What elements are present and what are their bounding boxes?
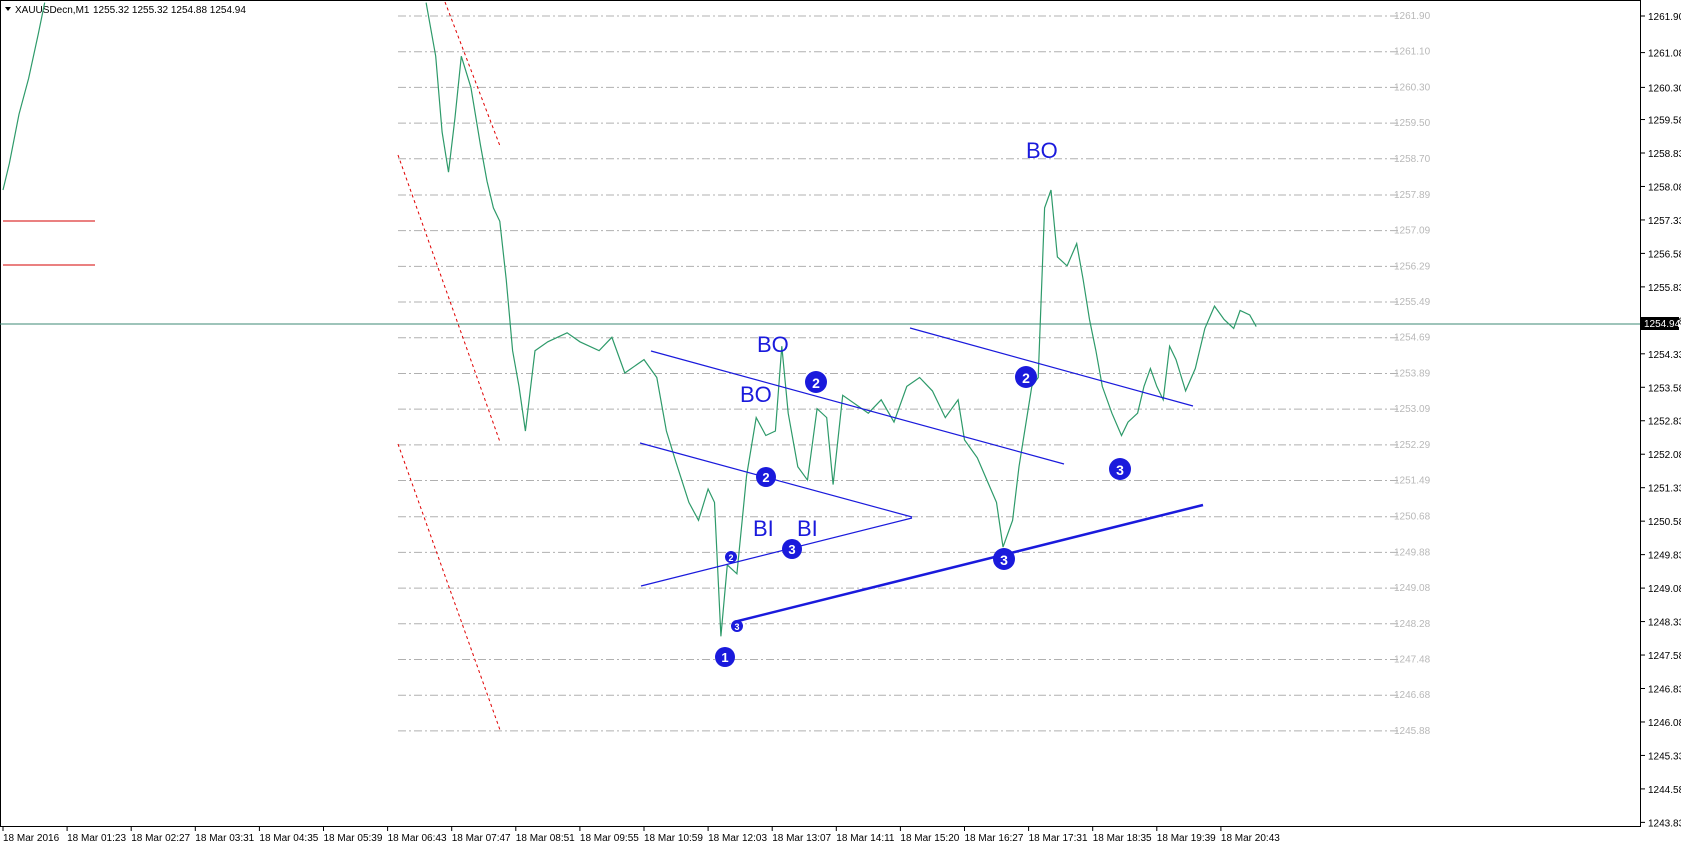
level-label: 1256.29 — [1394, 261, 1431, 272]
x-tick-label: 18 Mar 06:43 — [388, 833, 447, 844]
x-tick-label: 18 Mar 12:03 — [708, 833, 767, 844]
chart-header: XAUUSDecn,M1 1255.32 1255.32 1254.88 125… — [5, 5, 246, 16]
x-tick-label: 18 Mar 07:47 — [452, 833, 511, 844]
y-tick-label: 1251.33 — [1648, 484, 1681, 495]
y-tick-label: 1250.58 — [1648, 517, 1681, 528]
wave-marker: 2 — [805, 371, 827, 393]
level-label: 1249.88 — [1394, 547, 1431, 558]
y-tick-label: 1252.08 — [1648, 450, 1681, 461]
level-label: 1257.09 — [1394, 226, 1431, 237]
wave-marker: 2 — [725, 551, 737, 563]
price-chart[interactable]: XAUUSDecn,M1 1255.32 1255.32 1254.88 125… — [0, 0, 1681, 848]
level-label: 1247.48 — [1394, 654, 1431, 665]
x-tick-label: 18 Mar 01:23 — [67, 833, 126, 844]
y-tick-label: 1261.08 — [1648, 49, 1681, 60]
y-tick-label: 1246.08 — [1648, 718, 1681, 729]
y-tick-label: 1254.33 — [1648, 350, 1681, 361]
level-label: 1259.50 — [1394, 118, 1431, 129]
svg-text:2: 2 — [728, 553, 733, 563]
svg-text:3: 3 — [788, 542, 795, 557]
wave-marker: 1 — [715, 647, 735, 667]
x-tick-label: 18 Mar 05:39 — [324, 833, 383, 844]
x-tick-label: 18 Mar 08:51 — [516, 833, 575, 844]
y-tick-label: 1259.58 — [1648, 116, 1681, 127]
x-tick-label: 18 Mar 14:11 — [836, 833, 895, 844]
svg-text:2: 2 — [1022, 370, 1030, 386]
y-tick-label: 1245.33 — [1648, 751, 1681, 762]
y-tick-label: 1255.83 — [1648, 283, 1681, 294]
wave-marker: 3 — [993, 548, 1015, 570]
level-label: 1261.10 — [1394, 47, 1431, 58]
current-price-label: 1254.94 — [1644, 319, 1681, 330]
symbol-label: XAUUSDecn,M1 — [15, 5, 90, 16]
x-tick-label: 18 Mar 04:35 — [259, 833, 318, 844]
y-tick-label: 1243.83 — [1648, 818, 1681, 829]
svg-text:1: 1 — [721, 650, 728, 665]
x-tick-label: 18 Mar 17:31 — [1029, 833, 1088, 844]
wave-marker: 3 — [1109, 458, 1131, 480]
y-tick-label: 1252.83 — [1648, 417, 1681, 428]
y-tick-label: 1258.08 — [1648, 182, 1681, 193]
level-label: 1261.90 — [1394, 11, 1431, 22]
wave-marker: 2 — [1015, 366, 1037, 388]
x-tick-label: 18 Mar 03:31 — [195, 833, 254, 844]
y-tick-label: 1249.08 — [1648, 584, 1681, 595]
svg-text:2: 2 — [812, 375, 820, 391]
y-tick-label: 1253.58 — [1648, 383, 1681, 394]
bo-label: BO — [1026, 138, 1058, 163]
level-label: 1249.08 — [1394, 583, 1431, 594]
y-tick-label: 1248.33 — [1648, 618, 1681, 629]
x-tick-label: 18 Mar 16:27 — [965, 833, 1024, 844]
level-label: 1248.28 — [1394, 619, 1431, 630]
level-label: 1246.68 — [1394, 690, 1431, 701]
x-tick-label: 18 Mar 19:39 — [1157, 833, 1216, 844]
y-tick-label: 1246.83 — [1648, 684, 1681, 695]
ohlc-label: 1255.32 1255.32 1254.88 1254.94 — [93, 5, 246, 16]
level-label: 1260.30 — [1394, 82, 1431, 93]
level-label: 1253.09 — [1394, 404, 1431, 415]
y-tick-label: 1260.30 — [1648, 83, 1681, 94]
x-tick-label: 18 Mar 10:59 — [644, 833, 703, 844]
svg-text:3: 3 — [1000, 552, 1008, 568]
bo-label: BO — [757, 332, 789, 357]
y-tick-label: 1244.58 — [1648, 785, 1681, 796]
svg-text:3: 3 — [1116, 462, 1124, 478]
level-label: 1251.49 — [1394, 476, 1431, 487]
x-tick-label: 18 Mar 15:20 — [900, 833, 959, 844]
price-axis[interactable]: 1261.90 1261.08 1260.30 1259.58 1258.83 1258.… — [1640, 12, 1681, 829]
level-label: 1255.49 — [1394, 297, 1431, 308]
level-label: 1257.89 — [1394, 190, 1431, 201]
wave-marker: 2 — [756, 467, 776, 487]
svg-text:3: 3 — [734, 622, 739, 632]
x-tick-label: 18 Mar 02:27 — [131, 833, 190, 844]
bo-label: BO — [740, 382, 772, 407]
x-tick-label: 18 Mar 18:35 — [1093, 833, 1152, 844]
y-tick-label: 1257.33 — [1648, 216, 1681, 227]
level-label: 1253.89 — [1394, 368, 1431, 379]
level-label: 1252.29 — [1394, 440, 1431, 451]
level-label: 1258.70 — [1394, 154, 1431, 165]
bi-label: BI — [797, 516, 818, 541]
level-label: 1250.68 — [1394, 512, 1431, 523]
y-tick-label: 1247.58 — [1648, 651, 1681, 662]
level-label: 1245.88 — [1394, 726, 1431, 737]
x-tick-label: 18 Mar 2016 — [3, 833, 60, 844]
time-axis[interactable]: 18 Mar 2016 18 Mar 01:23 18 Mar 02:27 18 Ma… — [2, 826, 1280, 844]
y-tick-label: 1249.83 — [1648, 551, 1681, 562]
bi-label: BI — [753, 516, 774, 541]
wave-marker: 3 — [782, 539, 802, 559]
svg-text:2: 2 — [762, 470, 769, 485]
level-label: 1254.69 — [1394, 333, 1431, 344]
current-price-tag: 1254.94 — [1641, 317, 1681, 330]
y-tick-label: 1258.83 — [1648, 149, 1681, 160]
wave-marker: 3 — [731, 620, 743, 632]
x-tick-label: 18 Mar 13:07 — [772, 833, 831, 844]
y-tick-label: 1261.90 — [1648, 12, 1681, 23]
x-tick-label: 18 Mar 20:43 — [1221, 833, 1280, 844]
y-tick-label: 1256.58 — [1648, 249, 1681, 260]
x-tick-label: 18 Mar 09:55 — [580, 833, 639, 844]
